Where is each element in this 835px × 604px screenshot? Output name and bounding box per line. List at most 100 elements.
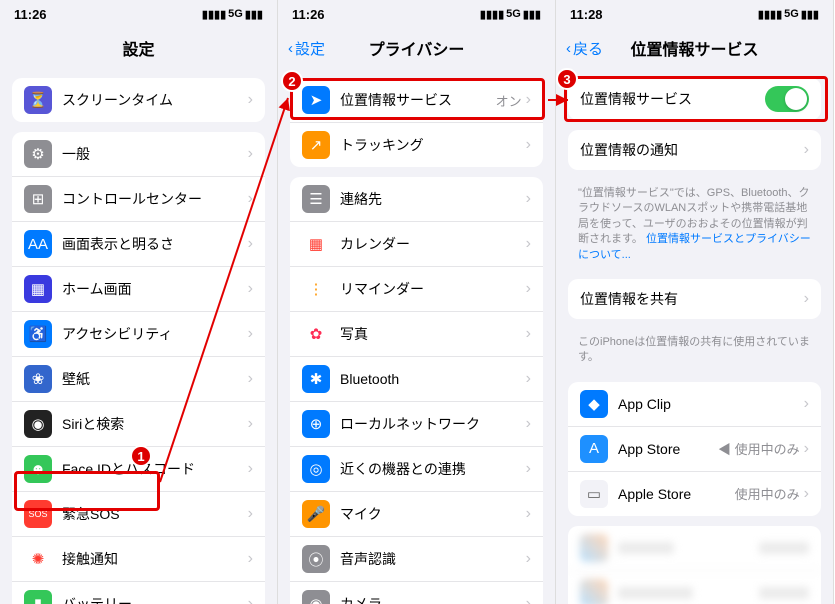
list-item-redacted bbox=[568, 526, 821, 571]
row-label: ローカルネットワーク bbox=[340, 414, 526, 434]
chevron-right-icon: › bbox=[248, 460, 253, 478]
row-icon: ◉ bbox=[24, 410, 52, 438]
list-item[interactable]: ⋮リマインダー› bbox=[290, 267, 543, 312]
chevron-right-icon: › bbox=[248, 190, 253, 208]
chevron-right-icon: › bbox=[526, 190, 531, 208]
list-item[interactable]: ⚙ 一般› bbox=[12, 132, 265, 177]
row-label: 写真 bbox=[340, 324, 526, 344]
list-item[interactable]: ↗トラッキング› bbox=[290, 123, 543, 167]
list-item[interactable]: ⊞コントロールセンター› bbox=[12, 177, 265, 222]
row-icon: ▮ bbox=[24, 590, 52, 604]
list-item[interactable]: ▦ホーム画面› bbox=[12, 267, 265, 312]
row-icon: SOS bbox=[24, 500, 52, 528]
row-label: 位置情報を共有 bbox=[580, 289, 804, 309]
list-item[interactable]: ▦カレンダー› bbox=[290, 222, 543, 267]
chevron-right-icon: › bbox=[526, 91, 531, 109]
phone-privacy: 11:26 ▮▮▮▮ 5G ▮▮▮ ‹ 設定 プライバシー ➤位置情報サービスオ… bbox=[278, 0, 556, 604]
list-item[interactable]: ⦿音声認識› bbox=[290, 537, 543, 582]
row-icon: ◆ bbox=[580, 390, 608, 418]
status-icons: ▮▮▮▮ 5G ▮▮▮ bbox=[202, 8, 263, 21]
list-item[interactable]: ♿ アクセシビリティ› bbox=[12, 312, 265, 357]
toggle-switch[interactable] bbox=[765, 86, 809, 112]
row-icon: 🎤 bbox=[302, 500, 330, 528]
list-item[interactable]: AA画面表示と明るさ› bbox=[12, 222, 265, 267]
row-label: カメラ bbox=[340, 594, 526, 604]
list-item[interactable]: 🎤マイク› bbox=[290, 492, 543, 537]
chevron-right-icon: › bbox=[248, 235, 253, 253]
nav-title: 位置情報サービス bbox=[630, 36, 758, 60]
row-label: 接触通知 bbox=[62, 549, 248, 569]
chevron-right-icon: › bbox=[248, 280, 253, 298]
row-icon: ♿ bbox=[24, 320, 52, 348]
location-scroll[interactable]: 位置情報サービス 位置情報の通知› "位置情報サービス"では、GPS、Bluet… bbox=[556, 68, 833, 604]
row-label: 近くの機器との連携 bbox=[340, 459, 526, 479]
row-label: アクセシビリティ bbox=[62, 324, 248, 344]
list-item[interactable]: 位置情報サービス bbox=[568, 78, 821, 120]
chevron-right-icon: › bbox=[526, 415, 531, 433]
row-label: 一般 bbox=[62, 144, 248, 164]
settings-scroll[interactable]: ⏳スクリーンタイム› ⚙一般›⊞コントロールセンター›AA画面表示と明るさ›▦ホ… bbox=[0, 68, 277, 604]
row-icon: ➤ bbox=[302, 86, 330, 114]
list-item[interactable]: ❀壁紙› bbox=[12, 357, 265, 402]
list-item[interactable]: ◉ Siriと検索› bbox=[12, 402, 265, 447]
footer-share: このiPhoneは位置情報の共有に使用されています。 bbox=[556, 329, 833, 372]
row-icon: ✿ bbox=[302, 320, 330, 348]
privacy-scroll[interactable]: ➤位置情報サービスオン›↗トラッキング› ☰連絡先›▦カレンダー›⋮リマインダー… bbox=[278, 68, 555, 604]
list-item[interactable]: SOS緊急SOS› bbox=[12, 492, 265, 537]
chevron-right-icon: › bbox=[526, 235, 531, 253]
back-button[interactable]: ‹ 戻る bbox=[566, 38, 603, 59]
list-item[interactable]: ▭Apple Store使用中のみ› bbox=[568, 472, 821, 516]
list-item[interactable]: ◉カメラ› bbox=[290, 582, 543, 604]
row-label: リマインダー bbox=[340, 279, 526, 299]
row-icon: ⚙ bbox=[24, 140, 52, 168]
row-icon: ⊞ bbox=[24, 185, 52, 213]
row-label: Face IDとパスコード bbox=[62, 459, 248, 479]
chevron-right-icon: › bbox=[526, 550, 531, 568]
chevron-right-icon: › bbox=[248, 325, 253, 343]
chevron-right-icon: › bbox=[248, 595, 253, 604]
list-item[interactable]: ☰連絡先› bbox=[290, 177, 543, 222]
status-icons: ▮▮▮▮ 5G ▮▮▮ bbox=[758, 8, 819, 21]
time: 11:26 bbox=[14, 7, 47, 22]
row-detail: 使用中のみ bbox=[735, 484, 800, 503]
list-item[interactable]: ✿写真› bbox=[290, 312, 543, 357]
row-label: 位置情報サービス bbox=[580, 89, 765, 109]
chevron-right-icon: › bbox=[526, 595, 531, 604]
list-item[interactable]: 位置情報の通知› bbox=[568, 130, 821, 170]
chevron-right-icon: › bbox=[526, 370, 531, 388]
list-item[interactable]: ◆App Clip› bbox=[568, 382, 821, 427]
nav-title: プライバシー bbox=[369, 36, 465, 60]
row-icon: ✱ bbox=[302, 365, 330, 393]
list-item[interactable]: 位置情報を共有› bbox=[568, 279, 821, 319]
row-icon: AA bbox=[24, 230, 52, 258]
chevron-right-icon: › bbox=[248, 91, 253, 109]
chevron-right-icon: › bbox=[248, 415, 253, 433]
list-item[interactable]: AApp Store◀ 使用中のみ› bbox=[568, 427, 821, 472]
row-icon: ▦ bbox=[302, 230, 330, 258]
badge-1: 1 bbox=[130, 445, 152, 467]
list-item[interactable]: ⊕ ローカルネットワーク› bbox=[290, 402, 543, 447]
status-bar: 11:26 ▮▮▮▮ 5G ▮▮▮ bbox=[278, 0, 555, 28]
list-item[interactable]: ✺接触通知› bbox=[12, 537, 265, 582]
nav-title: 設定 bbox=[122, 36, 154, 60]
row-label: Siriと検索 bbox=[62, 414, 248, 434]
badge-2: 2 bbox=[281, 70, 303, 92]
list-item[interactable]: ⏳スクリーンタイム› bbox=[12, 78, 265, 122]
chevron-right-icon: › bbox=[248, 145, 253, 163]
row-icon: ⊕ bbox=[302, 410, 330, 438]
list-item[interactable]: ➤位置情報サービスオン› bbox=[290, 78, 543, 123]
row-label: スクリーンタイム bbox=[62, 90, 248, 110]
nav-bar: 設定 bbox=[0, 28, 277, 68]
list-item[interactable]: ▮バッテリー› bbox=[12, 582, 265, 604]
row-detail: ◀ 使用中のみ bbox=[718, 439, 800, 458]
row-detail: オン bbox=[496, 91, 522, 110]
back-button[interactable]: ‹ 設定 bbox=[288, 38, 325, 59]
chevron-right-icon: › bbox=[804, 290, 809, 308]
chevron-right-icon: › bbox=[248, 550, 253, 568]
list-item[interactable]: ◎近くの機器との連携› bbox=[290, 447, 543, 492]
chevron-right-icon: › bbox=[804, 141, 809, 159]
nav-bar: ‹ 設定 プライバシー bbox=[278, 28, 555, 68]
badge-3: 3 bbox=[556, 68, 578, 90]
list-item[interactable]: ✱Bluetooth› bbox=[290, 357, 543, 402]
row-label: マイク bbox=[340, 504, 526, 524]
